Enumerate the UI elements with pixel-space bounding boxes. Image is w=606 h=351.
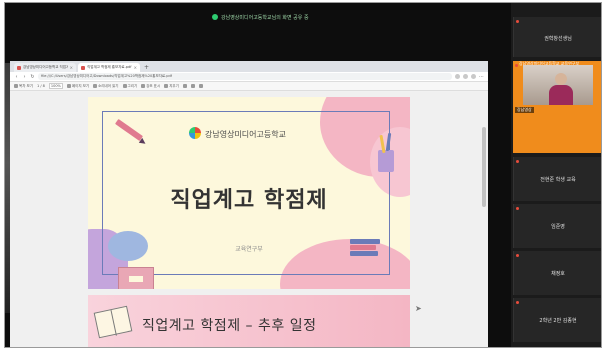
participant-tile[interactable]: 권혁창선생님	[513, 17, 601, 57]
screen-share-text: 강남영상미디어고등학교님의 화면 공유 중	[221, 14, 309, 21]
participant-name: 임준영	[551, 224, 565, 230]
mic-muted-icon	[515, 64, 518, 67]
mic-muted-icon	[516, 301, 519, 304]
shared-browser-window[interactable]: 강남영상미디어고등학교 직업계고 학점제 × 직업계고 학점제 홍보자료.pdf…	[10, 61, 488, 347]
page-indicator[interactable]: 1 / 8	[37, 84, 45, 88]
highlight-icon	[141, 84, 146, 88]
profile-icon[interactable]	[471, 74, 476, 79]
back-icon[interactable]: ‹	[14, 74, 19, 80]
books-illustration	[350, 239, 380, 257]
participant-name: 채정호	[551, 271, 565, 277]
pdf-document-area[interactable]: 강남영상미디어고등학교 직업계고 학점제 교육연구부 직업계고 학점제 – 추후…	[10, 92, 488, 347]
pin-toolbar-icon[interactable]	[198, 84, 203, 88]
participant-sidebar: 권혁창선생님 강남영상미디어고등학교 교육연구부 강남영상 전현준 학생 교육 …	[511, 3, 601, 347]
url-text: file:///C:/Users/강남영상미디어고/Downloads/직업계고…	[41, 74, 172, 78]
participant-tile[interactable]: 2학년 2반 김종현	[513, 298, 601, 342]
slide-title: 직업계고 학점제	[170, 188, 328, 213]
mic-muted-icon	[516, 20, 519, 23]
participant-tile[interactable]: 채정호	[513, 251, 601, 295]
highlight-label: 강조 표시	[146, 83, 161, 88]
tab-label: 강남영상미디어고등학교 직업계고 학점제	[23, 65, 68, 69]
video-name-tag: 강남영상	[515, 107, 534, 113]
new-tab-button[interactable]: +	[142, 63, 151, 72]
print-icon[interactable]	[182, 84, 187, 88]
url-input[interactable]: file:///C:/Users/강남영상미디어고/Downloads/직업계고…	[38, 73, 452, 80]
browser-tab-bar: 강남영상미디어고등학교 직업계고 학점제 × 직업계고 학점제 홍보자료.pdf…	[10, 61, 488, 72]
draw-button[interactable]: 그리기	[122, 83, 138, 89]
collections-icon[interactable]	[463, 74, 468, 79]
pen-cup-illustration	[378, 150, 394, 172]
mic-muted-icon	[516, 207, 519, 210]
erase-button[interactable]: 지우기	[164, 84, 179, 89]
participant-name: 전현준 학생 교육	[540, 177, 576, 183]
read-aloud-button[interactable]: 소리내어 읽기	[93, 83, 119, 89]
refresh-icon[interactable]: ↻	[30, 74, 35, 80]
eraser-icon	[164, 84, 169, 88]
book-shape	[350, 251, 378, 256]
mic-muted-icon	[516, 160, 519, 163]
zoom-select[interactable]: 100%	[48, 83, 63, 89]
notebook-spine	[110, 310, 117, 336]
toc-label: 목차 보기	[19, 83, 33, 88]
participant-name: 권혁창선생님	[544, 36, 572, 42]
participant-name: 2학년 2반 김종현	[539, 318, 577, 324]
toc-icon	[14, 84, 18, 88]
book-shape	[350, 245, 376, 250]
school-name: 강남영상미디어고등학교	[205, 130, 286, 139]
tab-close-icon[interactable]: ×	[70, 65, 73, 70]
person-head-shape	[555, 73, 567, 85]
participant-video-tile[interactable]: 강남영상미디어고등학교 교육연구부 강남영상	[513, 61, 601, 153]
page-view-button[interactable]: 페이지 보기	[66, 83, 90, 89]
slide-page-2: 직업계고 학점제 – 추후 일정	[88, 295, 410, 347]
forward-icon[interactable]: ›	[22, 74, 27, 80]
browser-tab-2[interactable]: 직업계고 학점제 홍보자료.pdf ×	[78, 63, 140, 72]
page-view-icon	[66, 84, 71, 88]
person-body-shape	[549, 85, 573, 105]
meeting-window: 강남영상미디어고등학교님의 화면 공유 중 강남영상미디어고등학교 직업계고 학…	[4, 2, 602, 348]
participant-tile[interactable]: 전현준 학생 교육	[513, 157, 601, 201]
page-view-label: 페이지 보기	[71, 83, 90, 88]
save-icon[interactable]	[190, 84, 195, 88]
highlight-button[interactable]: 강조 표시	[141, 84, 160, 89]
more-menu-icon[interactable]: ⋯	[479, 74, 484, 80]
toc-button[interactable]: 목차 보기	[14, 84, 33, 89]
book-shape	[350, 239, 380, 244]
draw-label: 그리기	[127, 83, 138, 88]
document-scrollbar[interactable]	[482, 127, 486, 207]
box-label-shape	[129, 276, 143, 282]
mic-muted-icon	[516, 254, 519, 257]
draw-icon	[122, 84, 127, 88]
favorite-icon[interactable]	[455, 74, 460, 79]
tab-label: 직업계고 학점제 홍보자료.pdf	[87, 65, 132, 69]
tab-favicon-icon	[81, 65, 85, 70]
address-bar: ‹ › ↻ file:///C:/Users/강남영상미디어고/Download…	[10, 72, 488, 82]
screen-share-indicator[interactable]: 강남영상미디어고등학교님의 화면 공유 중	[212, 12, 309, 22]
participant-tile[interactable]: 임준영	[513, 204, 601, 248]
browser-tab-1[interactable]: 강남영상미디어고등학교 직업계고 학점제 ×	[14, 63, 76, 72]
mouse-cursor-icon: ➤	[415, 304, 422, 313]
slide-page-1: 강남영상미디어고등학교 직업계고 학점제 교육연구부	[88, 97, 410, 289]
read-aloud-icon	[93, 84, 98, 88]
tab-favicon-icon	[17, 65, 21, 70]
video-feed	[523, 65, 593, 105]
box-illustration	[118, 267, 154, 289]
slide2-title: 직업계고 학점제 – 추후 일정	[142, 318, 317, 334]
pdf-viewer-toolbar: 목차 보기 1 / 8 100% 페이지 보기 소리내어 읽기 그리기 강조 표…	[10, 82, 488, 91]
erase-label: 지우기	[169, 83, 179, 88]
school-logo	[189, 127, 201, 139]
tab-close-icon[interactable]: ×	[134, 65, 137, 70]
read-aloud-label: 소리내어 읽기	[98, 83, 119, 88]
sharing-status-icon	[212, 14, 218, 20]
